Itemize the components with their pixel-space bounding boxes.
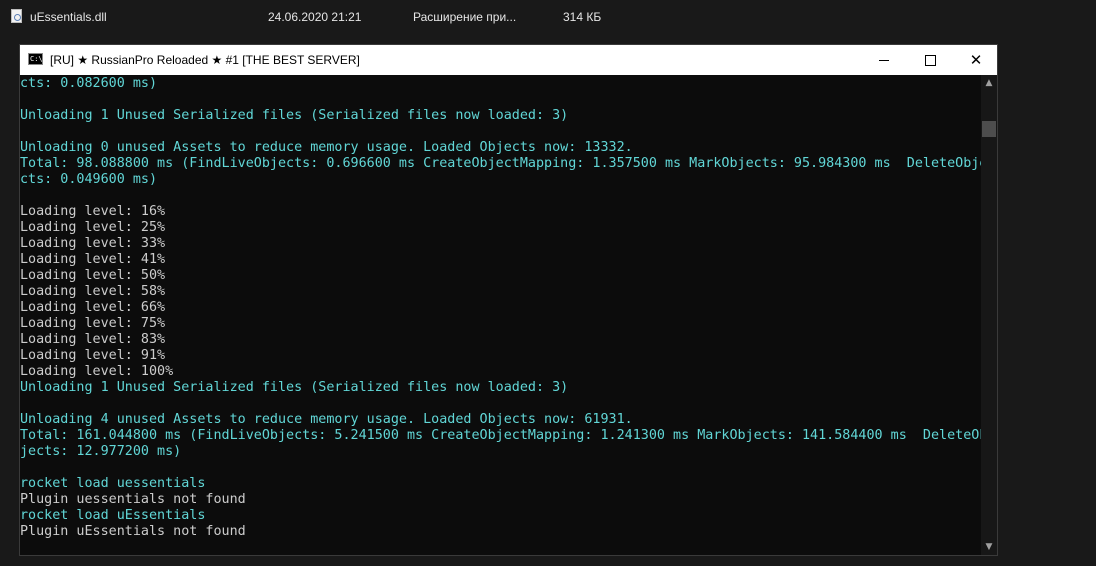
console-line: Plugin uEssentials not found [20,524,246,539]
console-line: rocket load uEssentials [20,508,206,523]
close-button[interactable]: ✕ [953,45,999,75]
dll-file-icon [11,9,22,23]
file-date: 24.06.2020 21:21 [268,10,362,24]
minimize-icon [879,59,889,61]
console-line: Plugin uessentials not found [20,492,246,507]
console-line: cts: 0.082600 ms) [20,76,158,91]
console-app-icon-text: C:\ [30,55,43,63]
console-line: Loading level: 75% [20,316,166,331]
maximize-icon [924,54,936,66]
file-list-row[interactable]: uEssentials.dll 24.06.2020 21:21 Расшире… [0,0,1096,34]
console-output[interactable]: cts: 0.082600 ms) Unloading 1 Unused Seri… [20,75,981,555]
console-window[interactable]: C:\ [RU] ★ RussianPro Reloaded ★ #1 [THE… [19,44,998,556]
console-line: Loading level: 58% [20,284,166,299]
minimize-button[interactable] [861,45,907,75]
file-size: 314 КБ [563,10,602,24]
console-line: Loading level: 33% [20,236,166,251]
chevron-up-icon[interactable]: ▲ [981,75,997,91]
file-name: uEssentials.dll [30,10,107,24]
console-line: Unloading 0 unused Assets to reduce memo… [20,140,633,155]
console-app-icon[interactable]: C:\ [28,53,43,65]
console-line: Loading level: 83% [20,332,166,347]
title-bar[interactable]: C:\ [RU] ★ RussianPro Reloaded ★ #1 [THE… [20,45,997,75]
console-line: jects: 12.977200 ms) [20,444,182,459]
console-line: Loading level: 50% [20,268,166,283]
console-line: Unloading 4 unused Assets to reduce memo… [20,412,633,427]
console-line: Loading level: 66% [20,300,166,315]
window-title: [RU] ★ RussianPro Reloaded ★ #1 [THE BES… [50,53,360,67]
console-line: Loading level: 16% [20,204,166,219]
console-line: cts: 0.049600 ms) [20,172,158,187]
console-line: Unloading 1 Unused Serialized files (Ser… [20,380,569,395]
console-line: Loading level: 91% [20,348,166,363]
chevron-down-icon[interactable]: ▼ [981,539,997,555]
console-line: Loading level: 25% [20,220,166,235]
maximize-button[interactable] [907,45,953,75]
console-line: Total: 98.088800 ms (FindLiveObjects: 0.… [20,156,981,171]
console-line: Loading level: 41% [20,252,166,267]
close-icon: ✕ [969,50,983,69]
console-line: rocket load uessentials [20,476,206,491]
console-lines: cts: 0.082600 ms) Unloading 1 Unused Seri… [20,75,981,540]
console-line: Total: 161.044800 ms (FindLiveObjects: 5… [20,428,981,443]
console-line: Loading level: 100% [20,364,174,379]
scrollbar-thumb[interactable] [982,121,996,137]
console-line: Unloading 1 Unused Serialized files (Ser… [20,108,569,123]
file-type: Расширение при... [413,10,517,24]
vertical-scrollbar[interactable]: ▲ ▼ [981,75,997,555]
